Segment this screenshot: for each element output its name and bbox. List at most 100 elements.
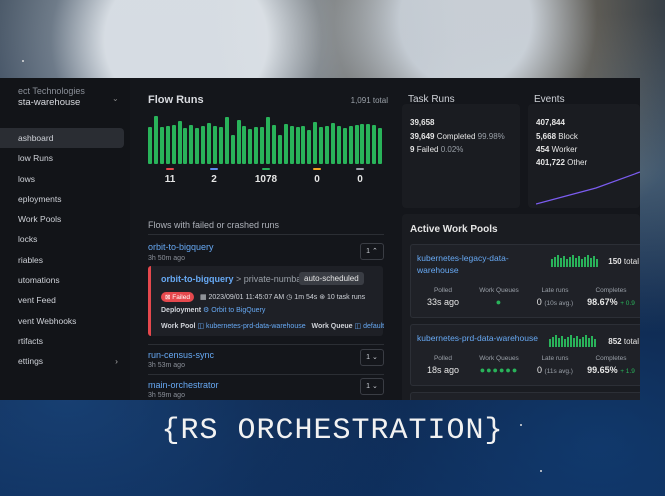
- work-pool-row[interactable]: kubernetes-stg-data-warehouse78 total: [410, 392, 640, 400]
- completed-value: 39,649: [410, 132, 435, 141]
- work-queue-link[interactable]: default: [363, 323, 384, 330]
- polled-value: 33s ago: [426, 297, 460, 307]
- state-count[interactable]: 1078: [254, 168, 278, 185]
- sidebar-item[interactable]: vent Webhooks: [0, 311, 130, 331]
- work-pool-link[interactable]: kubernetes-prd-data-warehouse: [206, 323, 306, 330]
- run-duration: 1m 54s: [294, 294, 318, 301]
- sidebar-item[interactable]: low Runs: [0, 148, 130, 168]
- workspace-name: sta-warehouse: [18, 97, 81, 108]
- sidebar-item[interactable]: lows: [0, 169, 130, 189]
- flow-runs-title: Flow Runs: [148, 94, 204, 106]
- state-count[interactable]: 11: [158, 168, 182, 185]
- flow-runs-bar: [295, 126, 300, 164]
- flow-time: 3h 50m ago: [148, 255, 185, 262]
- events-card[interactable]: Events 407,844 5,668 Block 454 Worker 40…: [528, 94, 640, 208]
- pool-mini-bar: [551, 259, 553, 267]
- sidebar-item[interactable]: rtifacts: [0, 331, 130, 351]
- task-runs-title: Task Runs: [408, 94, 455, 105]
- events-title: Events: [534, 94, 565, 105]
- sidebar-item[interactable]: ettings ›: [0, 351, 130, 371]
- flow-runs-bar: [230, 135, 235, 164]
- pool-mini-bar: [579, 339, 581, 347]
- pool-total-value: 852: [608, 337, 622, 346]
- pool-mini-bar: [561, 336, 563, 347]
- deployment-link[interactable]: Orbit to BigQuery: [211, 307, 265, 314]
- pool-mini-bar: [596, 259, 598, 267]
- sidebar-item[interactable]: Work Pools: [0, 209, 130, 229]
- sidebar-item-label: vent Webhooks: [18, 315, 77, 326]
- column-label: Polled: [433, 355, 453, 362]
- column-label: Polled: [433, 287, 453, 294]
- work-pool-name-link[interactable]: kubernetes-legacy-data-warehouse: [417, 252, 509, 276]
- flow-name-link[interactable]: orbit-to-bigquery: [148, 242, 214, 252]
- chevron-down-icon[interactable]: ⌄: [112, 94, 119, 103]
- flow-runs-bar: [242, 125, 247, 164]
- flow-run-card[interactable]: orbit-to-bigquery > private-numbat auto-…: [148, 266, 384, 336]
- sidebar-item[interactable]: riables: [0, 250, 130, 270]
- chevron-right-icon: ›: [115, 356, 118, 367]
- sidebar-item[interactable]: eployments: [0, 189, 130, 209]
- flow-runs-total: 1,091 total: [350, 96, 388, 105]
- events-total: 407,844: [536, 118, 565, 127]
- work-pool-minichart: [551, 255, 598, 267]
- run-datetime: 2023/09/01 11:45:07 AM: [208, 294, 285, 301]
- pool-icon: ◫: [197, 323, 206, 330]
- events-row: 454 Worker: [536, 145, 577, 154]
- task-runs-total-value: 39,658: [410, 118, 435, 127]
- late-runs-value: 0: [537, 365, 543, 375]
- workspace-switcher[interactable]: ect Technologies sta-warehouse: [18, 86, 85, 108]
- work-pools-title: Active Work Pools: [410, 224, 498, 235]
- run-flow-link[interactable]: orbit-to-bigquery: [161, 274, 234, 284]
- event-count: 401,722: [536, 158, 565, 167]
- divider: [148, 344, 384, 345]
- pool-mini-bar: [576, 336, 578, 347]
- completed-label: Completed: [436, 132, 476, 141]
- run-name[interactable]: private-numbat: [244, 274, 304, 284]
- flow-runs-bar: [260, 126, 265, 164]
- work-pool-total: 150 total: [608, 257, 639, 266]
- sidebar: ect Technologies sta-warehouse ⌄ ashboar…: [0, 78, 130, 400]
- state-count[interactable]: 0: [305, 168, 329, 185]
- late-runs-avg: (11s avg.): [544, 368, 573, 375]
- flow-name-link[interactable]: main-orchestrator: [148, 380, 219, 390]
- flow-runs-bar: [360, 123, 365, 164]
- sidebar-item[interactable]: utomations: [0, 270, 130, 290]
- flow-name-link[interactable]: run-census-sync: [148, 350, 214, 360]
- flow-expand-button[interactable]: 1 ⌄: [360, 349, 384, 366]
- state-count[interactable]: 0: [348, 168, 372, 185]
- sidebar-item[interactable]: ashboard: [0, 128, 124, 149]
- pool-mini-bar: [552, 337, 554, 347]
- flow-runs-bar: [325, 125, 329, 164]
- state-color-marker: [313, 168, 321, 170]
- flow-runs-bar: [171, 124, 176, 164]
- task-icon: ⊛: [319, 294, 328, 301]
- run-tag: auto-scheduled: [299, 272, 364, 285]
- flow-runs-bar: [189, 124, 194, 164]
- task-runs-card[interactable]: Task Runs 39,658 39,649 Completed 99.98%…: [402, 94, 520, 208]
- flow-expand-button[interactable]: 1 ⌃: [360, 243, 384, 260]
- flow-runs-bar: [283, 123, 288, 164]
- work-pool-row[interactable]: kubernetes-prd-data-warehouse 852 total Po…: [410, 324, 640, 386]
- flow-runs-bar: [330, 122, 335, 164]
- flow-count: 1: [366, 248, 371, 255]
- run-title: orbit-to-bigquery > private-numbat: [161, 274, 304, 284]
- late-runs: 0 (11s avg.): [525, 365, 585, 375]
- event-count: 454: [536, 145, 550, 154]
- events-sparkline: [536, 171, 640, 205]
- flow-runs-bar: [277, 135, 282, 164]
- flow-expand-button[interactable]: 1 ⌄: [360, 378, 384, 395]
- work-pools-card: Active Work Pools kubernetes-legacy-data…: [402, 214, 640, 400]
- flow-runs-bar: [212, 125, 217, 164]
- state-color-marker: [166, 168, 174, 170]
- state-count[interactable]: 2: [202, 168, 226, 185]
- flow-count: 1: [366, 354, 371, 361]
- pool-mini-bar: [575, 258, 577, 267]
- deployment-label: Deployment: [161, 307, 202, 314]
- work-pool-row[interactable]: kubernetes-legacy-data-warehouse 150 tota…: [410, 244, 640, 318]
- work-pool-name-link[interactable]: kubernetes-prd-data-warehouse: [417, 332, 538, 344]
- late-runs-value: 0: [536, 297, 542, 307]
- chevron-up-icon: ⌃: [371, 248, 378, 255]
- sidebar-item[interactable]: locks: [0, 229, 130, 249]
- flow-runs-bar: [372, 124, 377, 164]
- sidebar-item[interactable]: vent Feed: [0, 290, 130, 310]
